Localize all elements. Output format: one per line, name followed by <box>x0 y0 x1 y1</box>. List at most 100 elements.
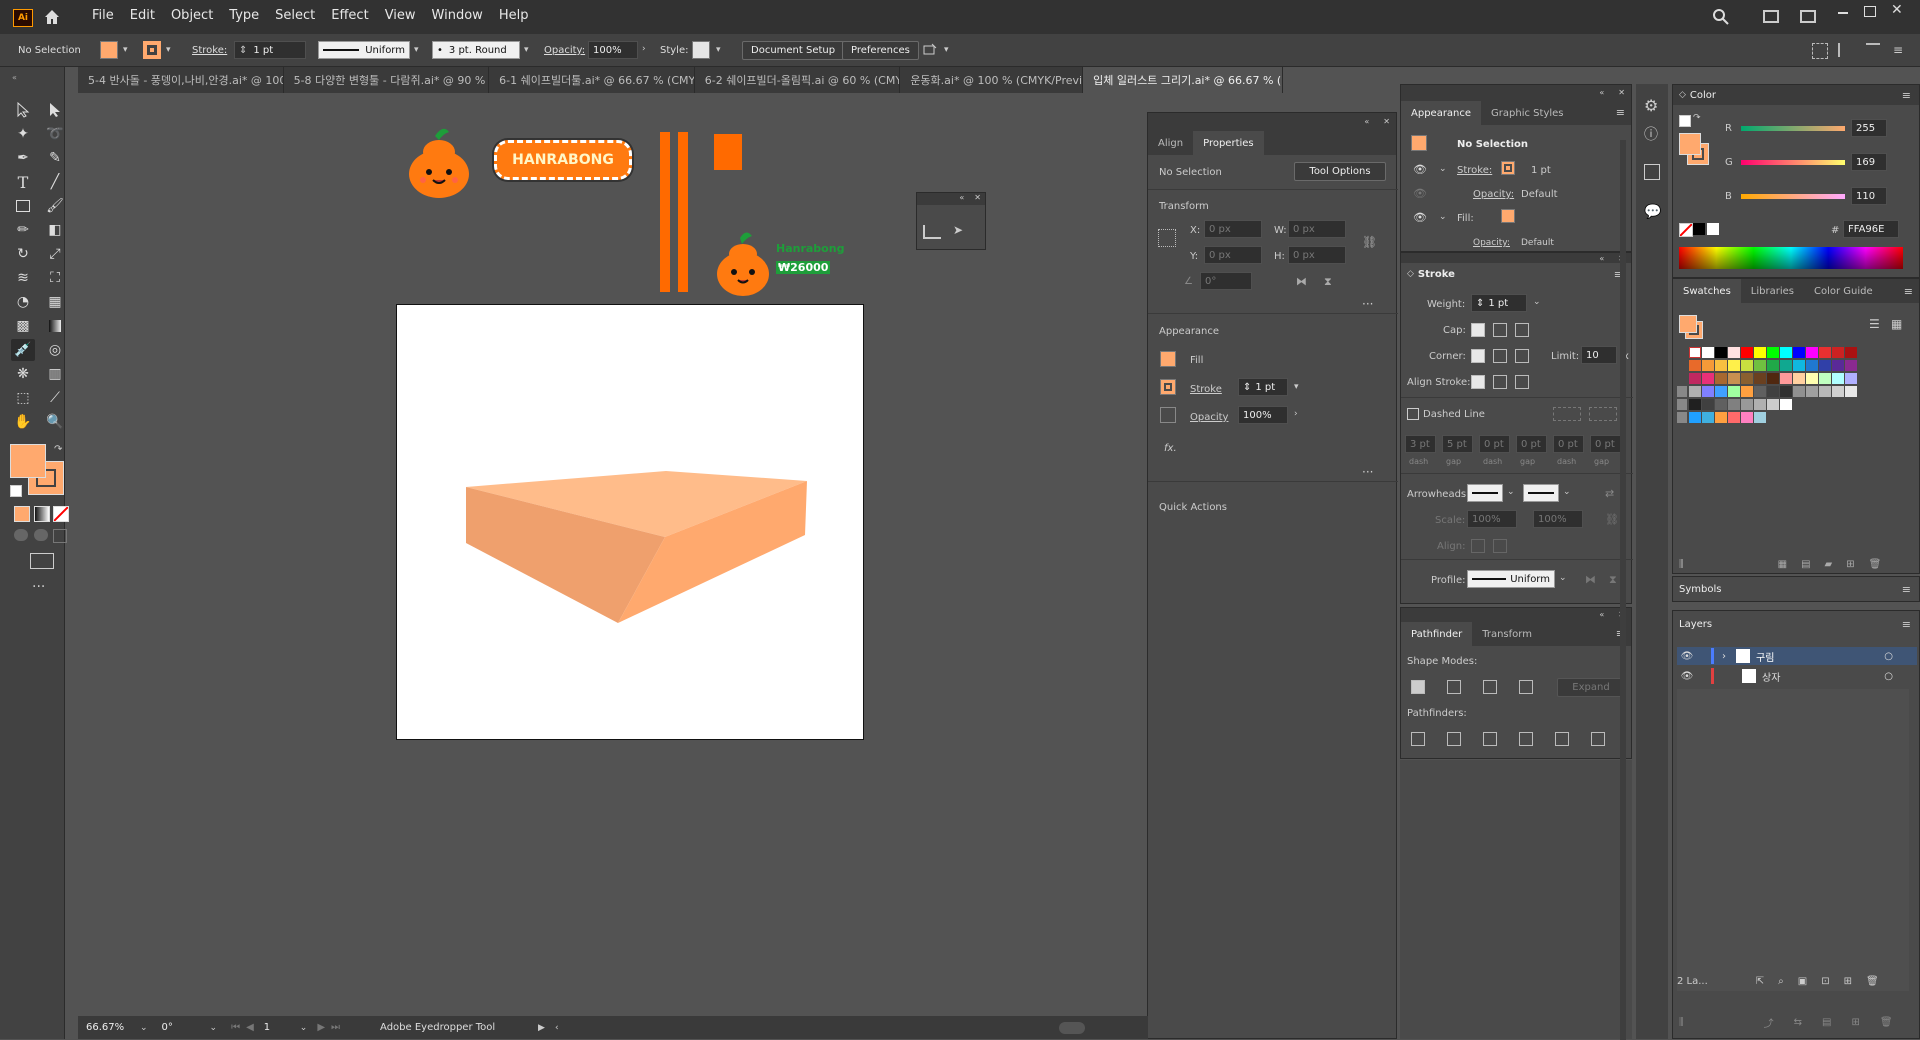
chevron-down-icon[interactable]: ⌄ <box>140 1023 148 1033</box>
swatch-cell[interactable] <box>1832 347 1844 358</box>
swatch-cell[interactable] <box>1832 373 1844 384</box>
target-icon[interactable]: ○ <box>1884 651 1893 662</box>
start-arrowhead-select[interactable] <box>1467 484 1503 502</box>
curvature-tool-icon[interactable]: ✎ <box>43 147 67 169</box>
swatch-cell[interactable] <box>1728 373 1740 384</box>
more-tools-icon[interactable]: ··· <box>32 579 45 595</box>
black-swatch[interactable] <box>1693 223 1705 235</box>
swatch-cell[interactable] <box>1793 373 1805 384</box>
align-inside-icon[interactable] <box>1493 375 1507 389</box>
dash-field[interactable]: 0 pt <box>1553 435 1584 453</box>
swatch-cell[interactable] <box>1832 360 1844 371</box>
swatch-cell[interactable] <box>1793 360 1805 371</box>
round-join-icon[interactable] <box>1493 349 1507 363</box>
collapse-icon[interactable]: « <box>1599 88 1604 97</box>
locate-icon[interactable]: ⌕ <box>1778 976 1784 987</box>
arrow-tip-icon[interactable] <box>1471 539 1485 553</box>
dash-preserve-icon[interactable] <box>1553 407 1581 421</box>
collapse-icon[interactable]: « <box>1599 610 1604 619</box>
menu-select[interactable]: Select <box>275 8 315 23</box>
kind-menu-icon[interactable]: ▦ <box>1778 559 1787 570</box>
links-icon[interactable] <box>1644 164 1660 180</box>
merge-icon[interactable] <box>1483 732 1497 746</box>
swatch-cell[interactable] <box>1845 360 1857 371</box>
swatch-cell[interactable] <box>1819 347 1831 358</box>
align-icon[interactable] <box>1812 43 1828 59</box>
default-colors-icon[interactable] <box>1679 115 1691 127</box>
style-swatch[interactable] <box>692 41 710 59</box>
type-tool-icon[interactable]: T <box>11 171 35 193</box>
draw-normal-icon[interactable] <box>14 529 28 541</box>
weight-field[interactable]: ⇕ 1 pt <box>1471 294 1527 312</box>
chevron-down-icon[interactable]: ▾ <box>1294 382 1299 392</box>
scroll-left-icon[interactable]: ‹ <box>555 1023 559 1033</box>
exclude-icon[interactable] <box>1519 680 1533 694</box>
dash-field[interactable]: 0 pt <box>1479 435 1510 453</box>
fill-color-box[interactable] <box>1679 133 1701 155</box>
chevron-down-icon[interactable]: ⌄ <box>1533 297 1541 307</box>
flip-horizontal-icon[interactable]: ⧓ <box>1296 275 1307 288</box>
first-artboard-icon[interactable]: ⏮ <box>231 1022 240 1033</box>
rotate-field[interactable]: 0° <box>1200 272 1252 290</box>
new-layer-icon[interactable]: ⊞ <box>1844 976 1852 987</box>
direct-selection-tool-icon[interactable] <box>43 99 67 121</box>
round-cap-icon[interactable] <box>1493 323 1507 337</box>
stroke-label[interactable]: Stroke <box>1190 384 1222 395</box>
close-icon[interactable]: ✕ <box>1618 88 1625 97</box>
h-field[interactable]: 0 px <box>1288 246 1346 264</box>
tab-doc-5[interactable]: 운동화.ai* @ 100 % (CMYK/Previe...✕ <box>900 67 1084 93</box>
swatch-cell[interactable] <box>1741 347 1753 358</box>
artboard-tool-icon[interactable]: ⬚ <box>11 387 35 409</box>
opacity-label-2[interactable]: Opacity: <box>1473 238 1510 248</box>
swatch-cell[interactable] <box>1845 347 1857 358</box>
close-icon[interactable]: ✕ <box>1383 117 1390 126</box>
swatch-cell[interactable] <box>1806 360 1818 371</box>
tangerine-mascot[interactable] <box>405 122 475 202</box>
rotate-view-field[interactable]: 0° <box>157 1018 208 1037</box>
fill-color-box[interactable] <box>10 444 46 478</box>
menu-file[interactable]: File <box>92 8 114 23</box>
arrow-end-icon[interactable] <box>1493 539 1507 553</box>
tab-doc-3[interactable]: 6-1 쉐이프빌더툴.ai* @ 66.67 % (CMYK...✕ <box>489 67 695 93</box>
swatch-cell[interactable] <box>1780 399 1792 410</box>
chevron-down-icon[interactable]: ▾ <box>414 45 419 55</box>
dock-scrollbar[interactable] <box>1620 140 1626 1040</box>
link-icon[interactable]: ⛓ <box>1605 513 1619 526</box>
swatch-cell[interactable] <box>1780 360 1792 371</box>
perspective-icon[interactable] <box>923 225 941 239</box>
tangerine-mascot-small[interactable] <box>712 228 776 298</box>
stroke-swatch[interactable] <box>143 41 161 59</box>
r-field[interactable]: 255 <box>1851 119 1887 137</box>
b-slider[interactable] <box>1741 194 1845 199</box>
collapse-icon[interactable]: « <box>1599 254 1604 263</box>
pencil-icon[interactable]: ✏ <box>11 219 35 241</box>
swatch-cell[interactable] <box>1767 347 1779 358</box>
new-swatch-icon[interactable]: ⊞ <box>1846 559 1854 570</box>
swatch-cell[interactable] <box>1806 373 1818 384</box>
crop-icon[interactable] <box>1519 732 1533 746</box>
orange-bar[interactable] <box>660 132 670 292</box>
layer-name[interactable]: 구림 <box>1756 649 1774 664</box>
gear-icon[interactable]: ⚙ <box>1644 96 1658 115</box>
stroke-weight-field[interactable]: ⇕ 1 pt <box>1238 378 1288 396</box>
zoom-tool-icon[interactable]: 🔍 <box>43 411 67 433</box>
magic-wand-icon[interactable]: ✦ <box>11 123 35 145</box>
swatch-cell[interactable] <box>1689 360 1701 371</box>
swatch-cell[interactable] <box>1754 399 1766 410</box>
document-setup-button[interactable]: Document Setup <box>742 41 845 60</box>
swatch-cell[interactable] <box>1845 386 1857 397</box>
chevron-down-icon[interactable]: ▾ <box>716 45 721 55</box>
swatch-cell[interactable] <box>1780 347 1792 358</box>
menu-effect[interactable]: Effect <box>331 8 368 23</box>
place-icon[interactable]: ⇆ <box>1794 1017 1802 1028</box>
swatch-cell[interactable] <box>1715 386 1727 397</box>
swatch-cell[interactable] <box>1741 399 1753 410</box>
artboard[interactable] <box>396 304 864 740</box>
align-menu-icon[interactable] <box>1866 43 1880 59</box>
artboard-number-field[interactable]: 1 <box>259 1018 296 1037</box>
delete-icon[interactable]: 🗑 <box>1869 559 1882 570</box>
target-icon[interactable]: ○ <box>1884 671 1893 682</box>
start-scale-field[interactable]: 100% <box>1467 510 1517 528</box>
cursor-icon[interactable]: ➤ <box>953 223 963 237</box>
swatch-cell[interactable] <box>1741 386 1753 397</box>
